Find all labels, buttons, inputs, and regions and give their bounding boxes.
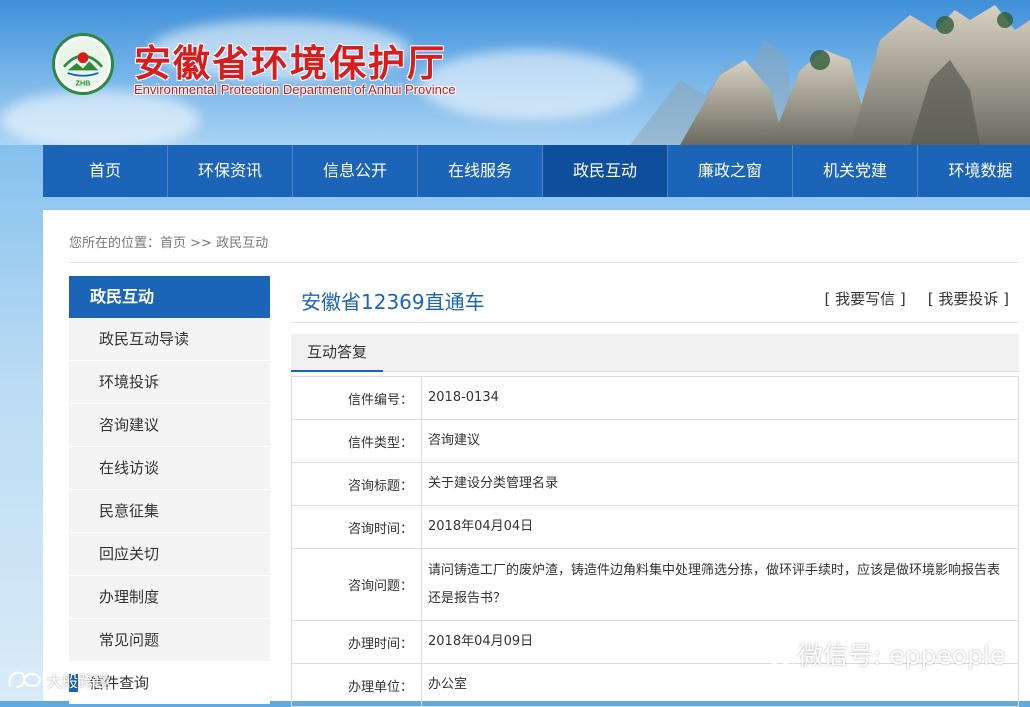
row-value: 咨询建议: [421, 419, 1019, 463]
wechat-icon: [759, 642, 791, 666]
row-label: 咨询时间：: [291, 505, 422, 549]
zhb-logo: ZHB: [52, 33, 114, 95]
page-title: 安徽省12369直通车: [301, 290, 485, 314]
mountain-scenery-image: [630, 5, 1030, 145]
sidebar-item-guide[interactable]: 政民互动导读: [69, 318, 270, 361]
write-letter-link[interactable]: [ 我要写信 ]: [825, 290, 906, 308]
row-label: 办理单位：: [291, 663, 422, 707]
action-links: [ 我要写信 ] [ 我要投诉 ]: [803, 288, 1010, 309]
table-row: 咨询时间： 2018年04月04日: [291, 505, 1019, 549]
logo-text: ZHB: [76, 79, 91, 88]
subtab-bar: 互动答复: [291, 334, 1019, 372]
row-value: 请问铸造工厂的废炉渣，铸造件边角料集中处理筛选分拣，做环评手续时，应该是做环境影…: [421, 548, 1019, 621]
table-row: 信件编号： 2018-0134: [291, 376, 1019, 420]
main-nav: 首页 环保资讯 信息公开 在线服务 政民互动 廉政之窗 机关党建 环境数据: [43, 145, 1030, 197]
table-row: 咨询问题： 请问铸造工厂的废炉渣，铸造件边角料集中处理筛选分拣，做环评手续时，应…: [291, 548, 1019, 621]
nav-item-party[interactable]: 机关党建: [793, 145, 918, 197]
row-value: 2018年04月04日: [421, 505, 1019, 549]
row-label: 信件编号：: [291, 376, 422, 420]
nav-item-interaction[interactable]: 政民互动: [543, 145, 668, 197]
site-title-en: Environmental Protection Department of A…: [134, 82, 456, 97]
breadcrumb-prefix: 您所在的位置：: [69, 236, 161, 251]
wechat-id-text: 微信号: eppeople: [798, 641, 1006, 670]
sidebar-item-interview[interactable]: 在线访谈: [69, 447, 270, 490]
site-header: ZHB 安徽省环境保护厅 Environmental Protection De…: [0, 0, 1030, 145]
sidebar: 政民互动 政民互动导读 环境投诉 咨询建议 在线访谈 民意征集 回应关切 办理制…: [69, 276, 270, 704]
row-label: 信件类型：: [291, 419, 422, 463]
row-value: 2018-0134: [421, 376, 1019, 420]
complain-link[interactable]: [ 我要投诉 ]: [928, 290, 1009, 308]
sidebar-item-response[interactable]: 回应关切: [69, 533, 270, 576]
nav-item-home[interactable]: 首页: [43, 145, 168, 197]
table-row: 咨询标题： 关于建设分类管理名录: [291, 462, 1019, 506]
nav-item-info-disclosure[interactable]: 信息公开: [293, 145, 418, 197]
site-title-cn: 安徽省环境保护厅: [134, 41, 446, 85]
tab-interactive-reply[interactable]: 互动答复: [291, 334, 384, 372]
sidebar-item-complaint[interactable]: 环境投诉: [69, 361, 270, 404]
nav-item-integrity[interactable]: 廉政之窗: [668, 145, 793, 197]
nav-item-env-data[interactable]: 环境数据: [918, 145, 1030, 197]
content-panel: 您所在的位置：首页 >> 政民互动 政民互动 政民互动导读 环境投诉 咨询建议 …: [43, 210, 1030, 707]
sidebar-item-consult[interactable]: 咨询建议: [69, 404, 270, 447]
sidebar-heading: 政民互动: [69, 276, 270, 318]
breadcrumb: 您所在的位置：首页 >> 政民互动: [69, 232, 268, 251]
sidebar-item-rules[interactable]: 办理制度: [69, 576, 270, 619]
brand-watermark-icon: [8, 671, 41, 688]
row-label: 咨询标题：: [291, 462, 422, 506]
divider: [69, 262, 1019, 263]
nav-item-news[interactable]: 环保资讯: [168, 145, 293, 197]
row-label: 办理时间：: [291, 620, 422, 664]
nav-item-online-service[interactable]: 在线服务: [418, 145, 543, 197]
breadcrumb-current-link[interactable]: 政民互动: [216, 236, 268, 251]
row-label: 咨询问题：: [291, 548, 422, 621]
cloud-decoration: [0, 90, 200, 145]
divider: [291, 322, 1019, 323]
wechat-watermark: 微信号: eppeople: [758, 636, 1005, 672]
sidebar-item-faq[interactable]: 常见问题: [69, 619, 270, 662]
row-value: 关于建设分类管理名录: [421, 462, 1019, 506]
brand-watermark-text: 大般跨境: [46, 672, 111, 691]
brand-watermark: 大般跨境: [6, 668, 110, 692]
sidebar-item-survey[interactable]: 民意征集: [69, 490, 270, 533]
table-row: 信件类型： 咨询建议: [291, 419, 1019, 463]
breadcrumb-home-link[interactable]: 首页: [160, 236, 186, 251]
breadcrumb-separator: >>: [186, 236, 217, 251]
